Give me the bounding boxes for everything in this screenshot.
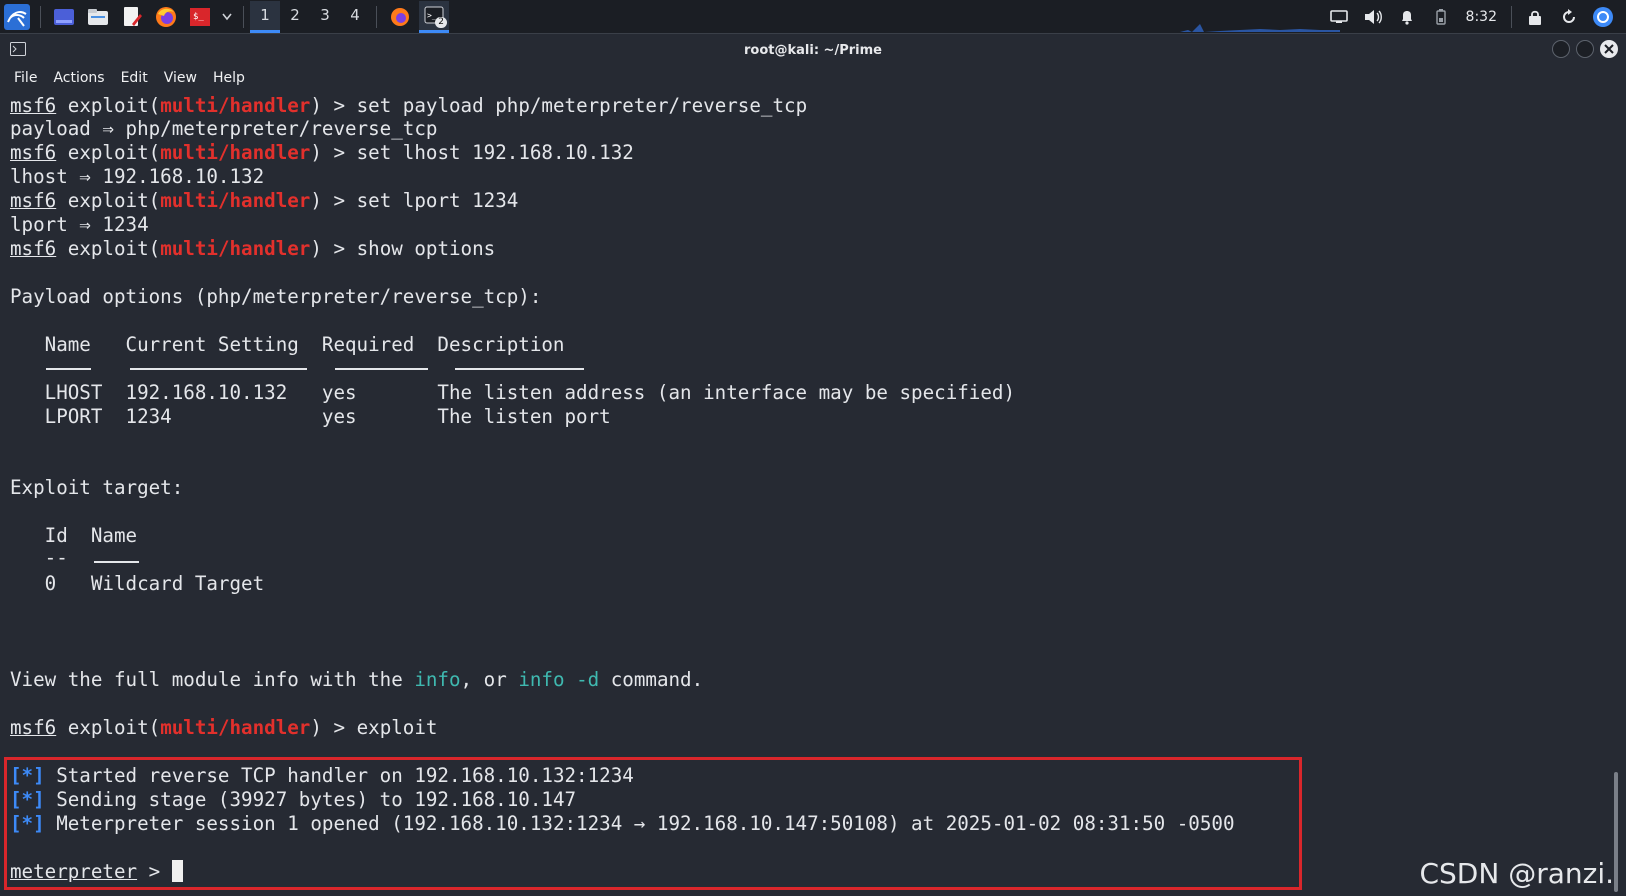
column-underline [46,368,91,370]
menu-actions[interactable]: Actions [45,70,112,86]
exploit-target-heading: Exploit target: [10,476,184,499]
watermark: CSDN @ranzi. [1419,857,1614,890]
menu-file[interactable]: File [6,70,45,86]
target-table-separator: -- [10,546,68,569]
terminal-line: lhost ⇒ 192.168.10.132 [10,165,265,188]
refresh-icon[interactable] [1554,2,1584,32]
window-count-badge: 2 [435,16,447,28]
firefox-icon[interactable] [151,2,181,32]
terminal-line: msf6 exploit(multi/handler) > exploit [10,716,438,739]
workspace-3[interactable]: 3 [310,1,340,33]
terminal-line: msf6 exploit(multi/handler) > show optio… [10,237,496,260]
battery-icon[interactable] [1426,2,1456,32]
kali-menu-icon[interactable] [2,2,32,32]
maximize-button[interactable] [1576,40,1594,58]
system-tray: 8:32 [1322,0,1620,34]
options-table-row: LHOST 192.168.10.132 yes The listen addr… [10,381,1016,404]
chevron-down-icon[interactable] [219,2,235,32]
options-table-header: Name Current Setting Required Descriptio… [10,333,565,356]
taskbar-separator [243,5,244,28]
terminal-line: msf6 exploit(multi/handler) > set lhost … [10,141,634,164]
terminal-window-button[interactable]: >_ 2 [419,0,449,33]
workspace-2[interactable]: 2 [280,1,310,33]
taskbar-separator [1511,6,1512,28]
workspace-1[interactable]: 1 [250,0,280,33]
terminal-launcher-icon[interactable]: $_ [185,2,215,32]
taskbar-separator [40,5,41,28]
module-info-hint: View the full module info with the info,… [10,668,704,691]
menu-view[interactable]: View [156,70,205,86]
terminal-line: msf6 exploit(multi/handler) > set lport … [10,189,519,212]
network-monitor-graph [1180,24,1340,32]
payload-options-heading: Payload options (php/meterpreter/reverse… [10,285,542,308]
target-table-header: Id Name [10,524,138,547]
window-controls [1546,40,1618,58]
terminal-app-icon [10,42,26,56]
power-icon[interactable] [1588,2,1618,32]
window-titlebar[interactable]: root@kali: ~/Prime [0,35,1626,65]
terminal-line: lport ⇒ 1234 [10,213,149,236]
close-button[interactable] [1600,40,1618,58]
lock-icon[interactable] [1520,2,1550,32]
column-underline [94,561,139,563]
taskbar-separator [376,5,377,28]
file-manager-icon[interactable] [83,2,113,32]
close-icon [1604,44,1614,54]
svg-text:$_: $_ [193,12,204,22]
terminal-line: msf6 exploit(multi/handler) > set payloa… [10,94,808,117]
volume-icon[interactable] [1358,2,1388,32]
text-editor-icon[interactable] [117,2,147,32]
taskbar: $_ 1 2 3 4 >_ 2 8:32 [0,0,1626,34]
options-table-row: LPORT 1234 yes The listen port [10,405,611,428]
minimize-button[interactable] [1552,40,1570,58]
menu-edit[interactable]: Edit [113,70,156,86]
highlight-annotation-box [4,757,1302,890]
menubar: File Actions Edit View Help [0,65,1626,91]
terminal-line: payload ⇒ php/meterpreter/reverse_tcp [10,117,438,140]
menu-help[interactable]: Help [205,70,253,86]
display-icon[interactable] [1324,2,1354,32]
column-underline [130,368,307,370]
column-underline [455,368,584,370]
terminal-scrollbar[interactable] [1614,772,1618,892]
column-underline [335,368,428,370]
window-title: root@kali: ~/Prime [744,42,882,58]
show-desktop-icon[interactable] [49,2,79,32]
clock[interactable]: 8:32 [1466,9,1497,25]
firefox-window-icon[interactable] [385,2,415,32]
target-table-row: 0 Wildcard Target [10,572,265,595]
workspace-4[interactable]: 4 [340,1,370,33]
notification-bell-icon[interactable] [1392,2,1422,32]
